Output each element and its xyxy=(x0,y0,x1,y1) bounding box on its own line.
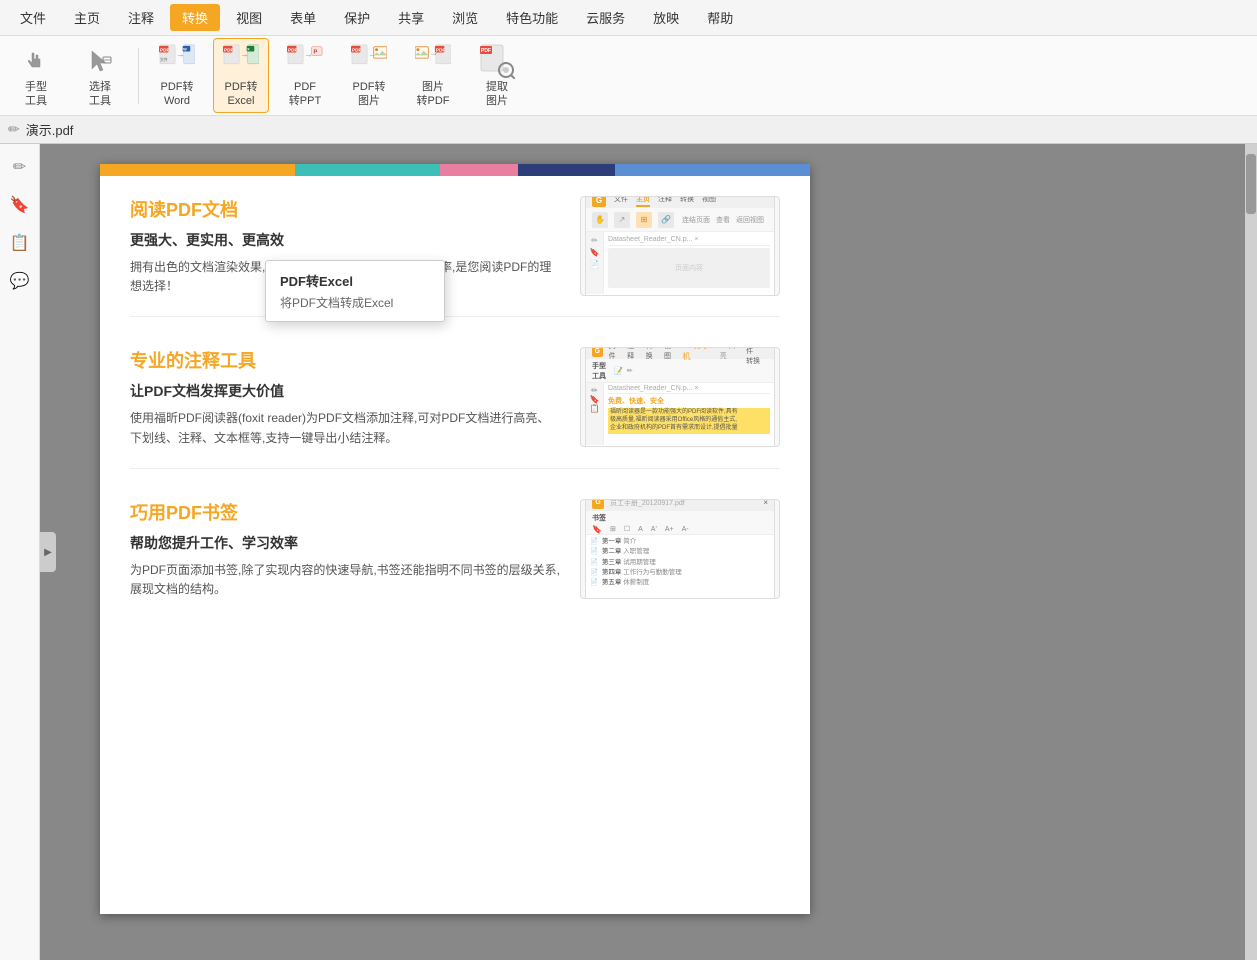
dropdown-box: PDF转Excel 将PDF文档转成Excel xyxy=(265,260,445,322)
svg-text:PDF: PDF xyxy=(352,48,362,54)
collapse-panel-button[interactable]: ▶ xyxy=(40,532,56,572)
pdf-section-bookmark: 巧用PDF书签 帮助您提升工作、学习效率 为PDF页面添加书签,除了实现内容的快… xyxy=(130,499,780,619)
pdf-annotate-body: 使用福昕PDF阅读器(foxit reader)为PDF文档添加注释,可对PDF… xyxy=(130,409,560,447)
pdf-excel-icon: PDF → X xyxy=(223,43,259,79)
pdf-bookmark-mockup: G 员工手册_20120917.pdf × 书签 🔖 ⊞ xyxy=(580,499,780,599)
menu-view[interactable]: 视图 xyxy=(224,4,274,31)
menu-home[interactable]: 主页 xyxy=(62,4,112,31)
color-seg-pink xyxy=(440,164,518,176)
hand-tool-button[interactable]: 手型工具 xyxy=(8,39,64,111)
pdf-color-bar xyxy=(100,164,810,176)
pdf-page-display: 阅读PDF文档 更强大、更实用、更高效 拥有出色的文档渲染效果,强大的页面管理功… xyxy=(100,164,810,914)
pdf-annotate-mockup: G 文件注释转换视图 T↑ 打字机 ▲ 高亮 📄 文件转换 手型工具 📝 ✏ xyxy=(580,347,780,447)
color-seg-blue xyxy=(615,164,810,176)
menu-protect[interactable]: 保护 xyxy=(332,4,382,31)
pdf-bookmark-subtitle: 帮助您提升工作、学习效率 xyxy=(130,533,560,553)
path-bar: ✏ 演示.pdf xyxy=(0,116,1257,144)
image-to-pdf-button[interactable]: → PDF 图片转PDF xyxy=(405,39,461,111)
dropdown-tooltip: PDF转Excel 将PDF文档转成Excel xyxy=(265,260,445,322)
menu-form[interactable]: 表单 xyxy=(278,4,328,31)
pdf-section-annotate: 专业的注释工具 让PDF文档发挥更大价值 使用福昕PDF阅读器(foxit re… xyxy=(130,347,780,468)
color-seg-navy xyxy=(518,164,615,176)
hand-tool-label: 手型工具 xyxy=(25,81,47,107)
pdf-bookmark-title: 巧用PDF书签 xyxy=(130,499,560,525)
pdf-read-mockup: G 文件主页 注释转换视图 ✋ ↗ xyxy=(580,196,780,296)
extract-icon: PDF xyxy=(479,43,515,79)
vertical-scrollbar[interactable] xyxy=(1245,144,1257,960)
chevron-right-icon: ▶ xyxy=(44,547,52,558)
svg-text:PDF: PDF xyxy=(436,48,446,54)
toolbar: 手型工具 选择工具 PDF 文件 → W PDF转 xyxy=(0,36,1257,116)
pdf-to-ppt-button[interactable]: PDF → P PDF转PPT xyxy=(277,39,333,111)
sidebar-pages-icon[interactable]: 📋 xyxy=(5,228,35,258)
pdf-to-ppt-label: PDF转PPT xyxy=(289,81,321,107)
menu-file[interactable]: 文件 xyxy=(8,4,58,31)
pdf-section-read: 阅读PDF文档 更强大、更实用、更高效 拥有出色的文档渲染效果,强大的页面管理功… xyxy=(130,196,780,317)
cursor-icon xyxy=(82,43,118,79)
menu-annotate[interactable]: 注释 xyxy=(116,4,166,31)
toolbar-separator-1 xyxy=(138,48,139,104)
svg-text:PDF: PDF xyxy=(224,48,234,54)
svg-text:P: P xyxy=(314,50,318,56)
menu-convert[interactable]: 转换 xyxy=(170,4,220,31)
pdf-annotate-subtitle: 让PDF文档发挥更大价值 xyxy=(130,381,560,401)
dropdown-desc: 将PDF文档转成Excel xyxy=(280,294,430,311)
select-tool-button[interactable]: 选择工具 xyxy=(72,39,128,111)
extract-image-button[interactable]: PDF 提取图片 xyxy=(469,39,525,111)
filename-display: 演示.pdf xyxy=(26,120,74,139)
pdf-bookmark-body: 为PDF页面添加书签,除了实现内容的快速导航,书签还能指明不同书签的层级关系,展… xyxy=(130,561,560,599)
pdf-to-image-button[interactable]: PDF → PDF转图片 xyxy=(341,39,397,111)
content-area: ▶ 阅读PDF文档 更强大、更实用、更高效 xyxy=(40,144,1257,960)
menu-slideshow[interactable]: 放映 xyxy=(641,4,691,31)
pdf-word-icon: PDF 文件 → W xyxy=(159,43,195,79)
left-sidebar: ✏ 🔖 📋 💬 xyxy=(0,144,40,960)
extract-image-label: 提取图片 xyxy=(486,81,508,107)
pdf-read-subtitle: 更强大、更实用、更高效 xyxy=(130,230,560,250)
sidebar-comment-icon[interactable]: 💬 xyxy=(5,266,35,296)
pdf-to-excel-button[interactable]: PDF → X PDF转Excel xyxy=(213,38,269,112)
pdf-page-content: 阅读PDF文档 更强大、更实用、更高效 拥有出色的文档渲染效果,强大的页面管理功… xyxy=(100,176,810,914)
svg-text:W: W xyxy=(183,48,187,52)
pdf-section-bookmark-text: 巧用PDF书签 帮助您提升工作、学习效率 为PDF页面添加书签,除了实现内容的快… xyxy=(130,499,580,599)
menu-share[interactable]: 共享 xyxy=(386,4,436,31)
scrollbar-thumb[interactable] xyxy=(1246,154,1256,214)
sidebar-edit-icon[interactable]: ✏ xyxy=(5,152,35,182)
menu-browse[interactable]: 浏览 xyxy=(440,4,490,31)
pdf-to-word-button[interactable]: PDF 文件 → W PDF转Word xyxy=(149,39,205,111)
svg-text:PDF: PDF xyxy=(288,48,298,54)
pdf-to-excel-label: PDF转Excel xyxy=(225,81,258,107)
pdf-image-icon: PDF → xyxy=(351,43,387,79)
pdf-section-annotate-text: 专业的注释工具 让PDF文档发挥更大价值 使用福昕PDF阅读器(foxit re… xyxy=(130,347,580,447)
menu-features[interactable]: 特色功能 xyxy=(494,4,570,31)
svg-text:PDF: PDF xyxy=(160,48,170,54)
select-tool-label: 选择工具 xyxy=(89,81,111,107)
svg-text:PDF: PDF xyxy=(481,48,491,54)
pdf-to-word-label: PDF转Word xyxy=(161,81,194,107)
menu-help[interactable]: 帮助 xyxy=(695,4,745,31)
pencil-icon: ✏ xyxy=(8,121,20,138)
dropdown-title: PDF转Excel xyxy=(280,271,430,290)
pdf-read-title: 阅读PDF文档 xyxy=(130,196,560,222)
image-to-pdf-label: 图片转PDF xyxy=(417,81,450,107)
sidebar-bookmark-icon[interactable]: 🔖 xyxy=(5,190,35,220)
color-seg-teal xyxy=(295,164,441,176)
menu-bar: 文件 主页 注释 转换 视图 表单 保护 共享 浏览 特色功能 云服务 放映 帮… xyxy=(0,0,1257,36)
pdf-to-image-label: PDF转图片 xyxy=(353,81,386,107)
menu-cloud[interactable]: 云服务 xyxy=(574,4,637,31)
image-pdf-icon: → PDF xyxy=(415,43,451,79)
main-layout: ✏ 🔖 📋 💬 ▶ xyxy=(0,144,1257,960)
hand-icon xyxy=(18,43,54,79)
pdf-annotate-title: 专业的注释工具 xyxy=(130,347,560,373)
color-seg-orange xyxy=(100,164,295,176)
svg-text:文件: 文件 xyxy=(160,57,168,62)
svg-text:→: → xyxy=(304,50,313,60)
pdf-ppt-icon: PDF → P xyxy=(287,43,323,79)
